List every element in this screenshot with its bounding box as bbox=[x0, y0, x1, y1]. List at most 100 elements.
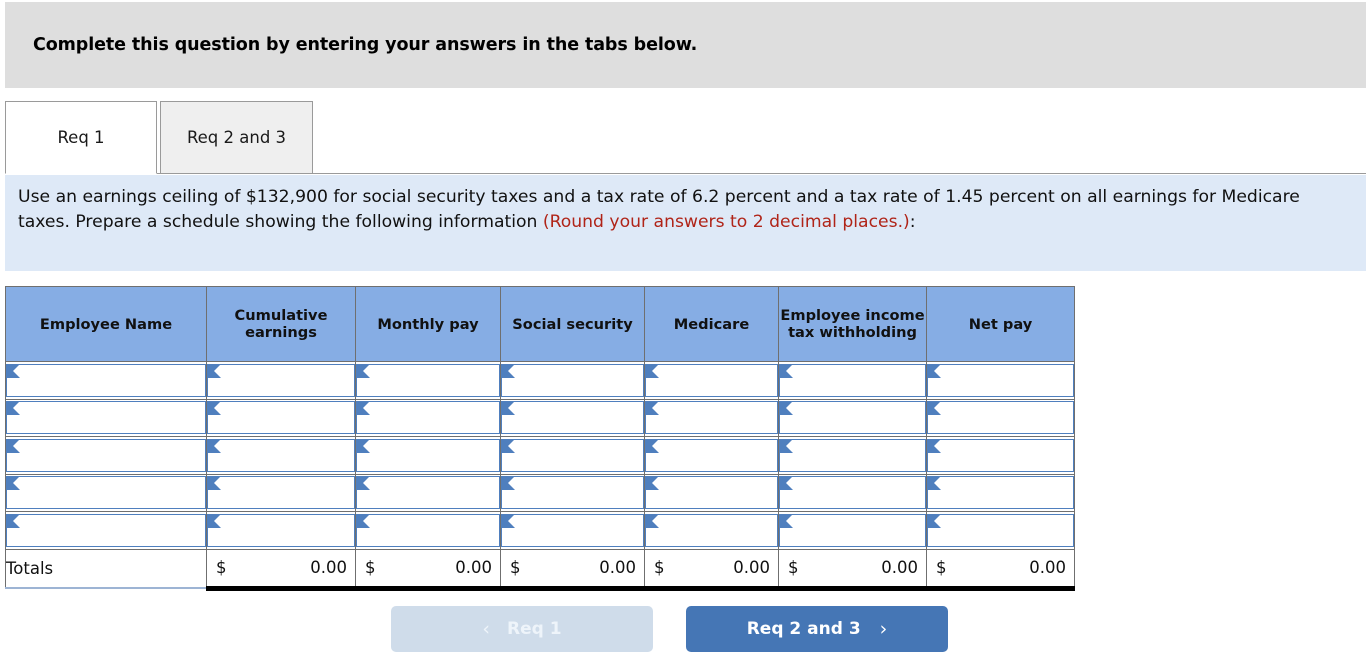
input-cell-employee-name[interactable] bbox=[5, 473, 207, 512]
input-cell-medicare[interactable] bbox=[644, 473, 779, 512]
text-input[interactable] bbox=[501, 363, 644, 397]
text-input[interactable] bbox=[356, 476, 500, 510]
dropdown-triangle-icon[interactable] bbox=[207, 401, 221, 416]
text-input[interactable] bbox=[207, 363, 355, 397]
dropdown-triangle-icon[interactable] bbox=[356, 401, 370, 416]
input-cell-monthly-pay[interactable] bbox=[355, 511, 501, 550]
text-input[interactable] bbox=[645, 476, 778, 510]
input-cell-net-pay[interactable] bbox=[926, 398, 1075, 437]
input-cell-net-pay[interactable] bbox=[926, 361, 1075, 400]
input-cell-employee-name[interactable] bbox=[5, 398, 207, 437]
dropdown-triangle-icon[interactable] bbox=[779, 513, 793, 528]
input-cell-monthly-pay[interactable] bbox=[355, 436, 501, 475]
next-requirement-button[interactable]: Req 2 and 3 › bbox=[686, 606, 948, 652]
dropdown-triangle-icon[interactable] bbox=[501, 513, 515, 528]
input-cell-cumulative-earnings[interactable] bbox=[206, 361, 356, 400]
input-cell-monthly-pay[interactable] bbox=[355, 361, 501, 400]
input-cell-employee-income-tax-withholding[interactable] bbox=[778, 361, 927, 400]
dropdown-triangle-icon[interactable] bbox=[6, 363, 20, 378]
dropdown-triangle-icon[interactable] bbox=[779, 363, 793, 378]
dropdown-triangle-icon[interactable] bbox=[645, 363, 659, 378]
dropdown-triangle-icon[interactable] bbox=[927, 476, 941, 491]
dropdown-triangle-icon[interactable] bbox=[779, 476, 793, 491]
text-input[interactable] bbox=[356, 401, 500, 435]
input-cell-employee-income-tax-withholding[interactable] bbox=[778, 511, 927, 550]
dropdown-triangle-icon[interactable] bbox=[356, 438, 370, 453]
dropdown-triangle-icon[interactable] bbox=[927, 513, 941, 528]
dropdown-triangle-icon[interactable] bbox=[645, 513, 659, 528]
text-input[interactable] bbox=[779, 401, 926, 435]
tab-req-2-and-3[interactable]: Req 2 and 3 bbox=[160, 101, 313, 174]
text-input[interactable] bbox=[927, 438, 1074, 472]
dropdown-triangle-icon[interactable] bbox=[356, 363, 370, 378]
input-cell-cumulative-earnings[interactable] bbox=[206, 436, 356, 475]
input-cell-monthly-pay[interactable] bbox=[355, 398, 501, 437]
input-cell-medicare[interactable] bbox=[644, 436, 779, 475]
text-input[interactable] bbox=[779, 476, 926, 510]
text-input[interactable] bbox=[927, 476, 1074, 510]
tab-req-1[interactable]: Req 1 bbox=[5, 101, 157, 174]
dropdown-triangle-icon[interactable] bbox=[207, 363, 221, 378]
dropdown-triangle-icon[interactable] bbox=[779, 438, 793, 453]
text-input[interactable] bbox=[356, 363, 500, 397]
text-input[interactable] bbox=[6, 401, 206, 435]
dropdown-triangle-icon[interactable] bbox=[207, 438, 221, 453]
text-input[interactable] bbox=[6, 513, 206, 547]
text-input[interactable] bbox=[927, 513, 1074, 547]
dropdown-triangle-icon[interactable] bbox=[645, 476, 659, 491]
input-cell-medicare[interactable] bbox=[644, 398, 779, 437]
dropdown-triangle-icon[interactable] bbox=[927, 363, 941, 378]
text-input[interactable] bbox=[356, 438, 500, 472]
text-input[interactable] bbox=[6, 438, 206, 472]
dropdown-triangle-icon[interactable] bbox=[6, 438, 20, 453]
text-input[interactable] bbox=[501, 401, 644, 435]
text-input[interactable] bbox=[927, 401, 1074, 435]
text-input[interactable] bbox=[207, 476, 355, 510]
input-cell-social-security[interactable] bbox=[500, 361, 645, 400]
dropdown-triangle-icon[interactable] bbox=[645, 401, 659, 416]
text-input[interactable] bbox=[6, 363, 206, 397]
input-cell-cumulative-earnings[interactable] bbox=[206, 473, 356, 512]
input-cell-employee-name[interactable] bbox=[5, 511, 207, 550]
input-cell-net-pay[interactable] bbox=[926, 473, 1075, 512]
dropdown-triangle-icon[interactable] bbox=[927, 438, 941, 453]
input-cell-employee-name[interactable] bbox=[5, 361, 207, 400]
dropdown-triangle-icon[interactable] bbox=[207, 476, 221, 491]
input-cell-cumulative-earnings[interactable] bbox=[206, 511, 356, 550]
dropdown-triangle-icon[interactable] bbox=[356, 513, 370, 528]
text-input[interactable] bbox=[927, 363, 1074, 397]
input-cell-medicare[interactable] bbox=[644, 511, 779, 550]
text-input[interactable] bbox=[645, 513, 778, 547]
text-input[interactable] bbox=[207, 513, 355, 547]
text-input[interactable] bbox=[501, 513, 644, 547]
dropdown-triangle-icon[interactable] bbox=[356, 476, 370, 491]
input-cell-employee-income-tax-withholding[interactable] bbox=[778, 473, 927, 512]
text-input[interactable] bbox=[645, 438, 778, 472]
text-input[interactable] bbox=[779, 363, 926, 397]
dropdown-triangle-icon[interactable] bbox=[501, 363, 515, 378]
text-input[interactable] bbox=[779, 438, 926, 472]
dropdown-triangle-icon[interactable] bbox=[6, 401, 20, 416]
text-input[interactable] bbox=[501, 476, 644, 510]
input-cell-medicare[interactable] bbox=[644, 361, 779, 400]
text-input[interactable] bbox=[207, 401, 355, 435]
text-input[interactable] bbox=[645, 363, 778, 397]
input-cell-net-pay[interactable] bbox=[926, 436, 1075, 475]
input-cell-social-security[interactable] bbox=[500, 473, 645, 512]
input-cell-monthly-pay[interactable] bbox=[355, 473, 501, 512]
text-input[interactable] bbox=[779, 513, 926, 547]
text-input[interactable] bbox=[356, 513, 500, 547]
dropdown-triangle-icon[interactable] bbox=[501, 476, 515, 491]
input-cell-employee-name[interactable] bbox=[5, 436, 207, 475]
text-input[interactable] bbox=[207, 438, 355, 472]
text-input[interactable] bbox=[501, 438, 644, 472]
input-cell-social-security[interactable] bbox=[500, 511, 645, 550]
dropdown-triangle-icon[interactable] bbox=[927, 401, 941, 416]
input-cell-net-pay[interactable] bbox=[926, 511, 1075, 550]
input-cell-cumulative-earnings[interactable] bbox=[206, 398, 356, 437]
dropdown-triangle-icon[interactable] bbox=[501, 438, 515, 453]
input-cell-social-security[interactable] bbox=[500, 436, 645, 475]
prev-requirement-button[interactable]: ‹ Req 1 bbox=[391, 606, 653, 652]
input-cell-employee-income-tax-withholding[interactable] bbox=[778, 436, 927, 475]
dropdown-triangle-icon[interactable] bbox=[501, 401, 515, 416]
